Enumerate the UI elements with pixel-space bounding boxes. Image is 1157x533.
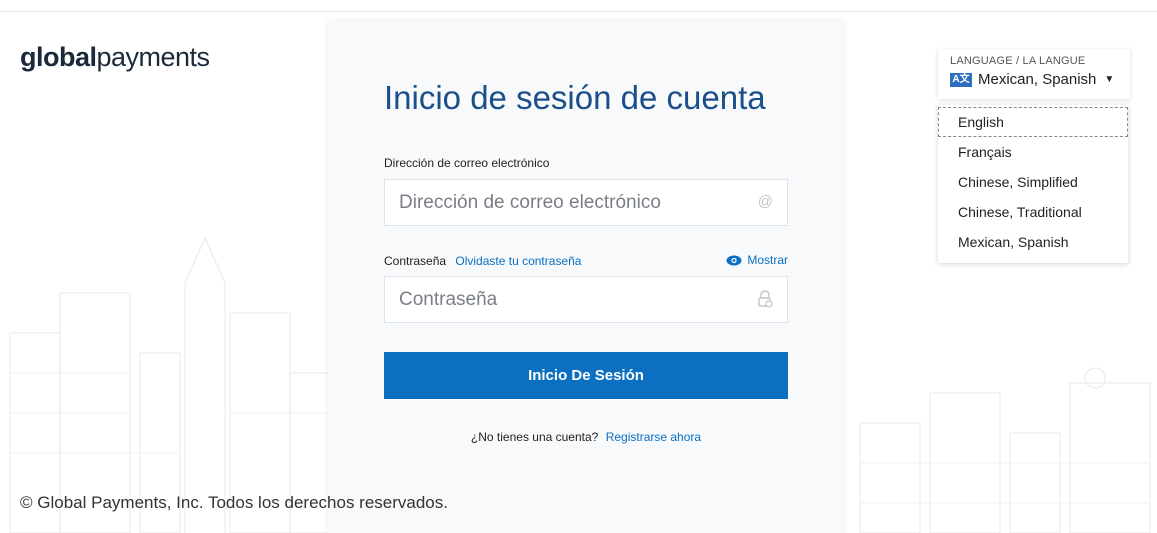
at-icon: @: [757, 193, 773, 210]
language-selector[interactable]: LANGUAGE / LA LANGUE A文 Mexican, Spanish…: [938, 49, 1130, 99]
language-dropdown-toggle[interactable]: A文 Mexican, Spanish ▼: [950, 71, 1118, 88]
eye-icon: [726, 255, 742, 265]
password-field[interactable]: [385, 277, 735, 322]
footer-copyright: © Global Payments, Inc. Todos los derech…: [20, 493, 448, 512]
login-button[interactable]: Inicio De Sesión: [384, 352, 788, 399]
logo-bold-text: global: [20, 42, 97, 72]
login-card: Inicio de sesión de cuenta Dirección de …: [328, 21, 844, 533]
language-menu: English Français Chinese, Simplified Chi…: [938, 105, 1128, 263]
password-label: Contraseña: [384, 254, 447, 268]
forgot-password-link[interactable]: Olvidaste tu contraseña: [455, 254, 581, 268]
globalpayments-logo[interactable]: globalpayments: [20, 42, 210, 73]
password-label-row: Contraseña Olvidaste tu contraseña: [384, 254, 581, 268]
email-label: Dirección de correo electrónico: [384, 156, 550, 170]
language-option-chinese-simplified[interactable]: Chinese, Simplified: [938, 167, 1128, 197]
caret-down-icon: ▼: [1104, 74, 1115, 85]
lock-icon: [757, 290, 773, 312]
language-option-mexican-spanish[interactable]: Mexican, Spanish: [938, 227, 1128, 257]
translate-icon: A文: [950, 72, 972, 87]
page-title: Inicio de sesión de cuenta: [384, 79, 766, 116]
email-field-wrapper: @: [384, 179, 788, 226]
logo-light-text: payments: [96, 42, 211, 72]
top-divider: [0, 11, 1157, 12]
language-option-chinese-traditional[interactable]: Chinese, Traditional: [938, 197, 1128, 227]
show-password-toggle[interactable]: Mostrar: [726, 253, 788, 267]
language-selected-value: Mexican, Spanish: [978, 71, 1097, 88]
email-field[interactable]: [385, 180, 735, 225]
no-account-text: ¿No tienes una cuenta?: [470, 430, 599, 444]
password-field-wrapper: [384, 276, 788, 323]
show-password-label: Mostrar: [747, 253, 788, 267]
language-option-english[interactable]: English: [938, 107, 1128, 137]
language-option-french[interactable]: Français: [938, 137, 1128, 167]
signup-row: ¿No tienes una cuenta? Registrarse ahora: [328, 430, 844, 444]
language-caption: LANGUAGE / LA LANGUE: [950, 55, 1086, 67]
signup-link[interactable]: Registrarse ahora: [606, 430, 701, 444]
